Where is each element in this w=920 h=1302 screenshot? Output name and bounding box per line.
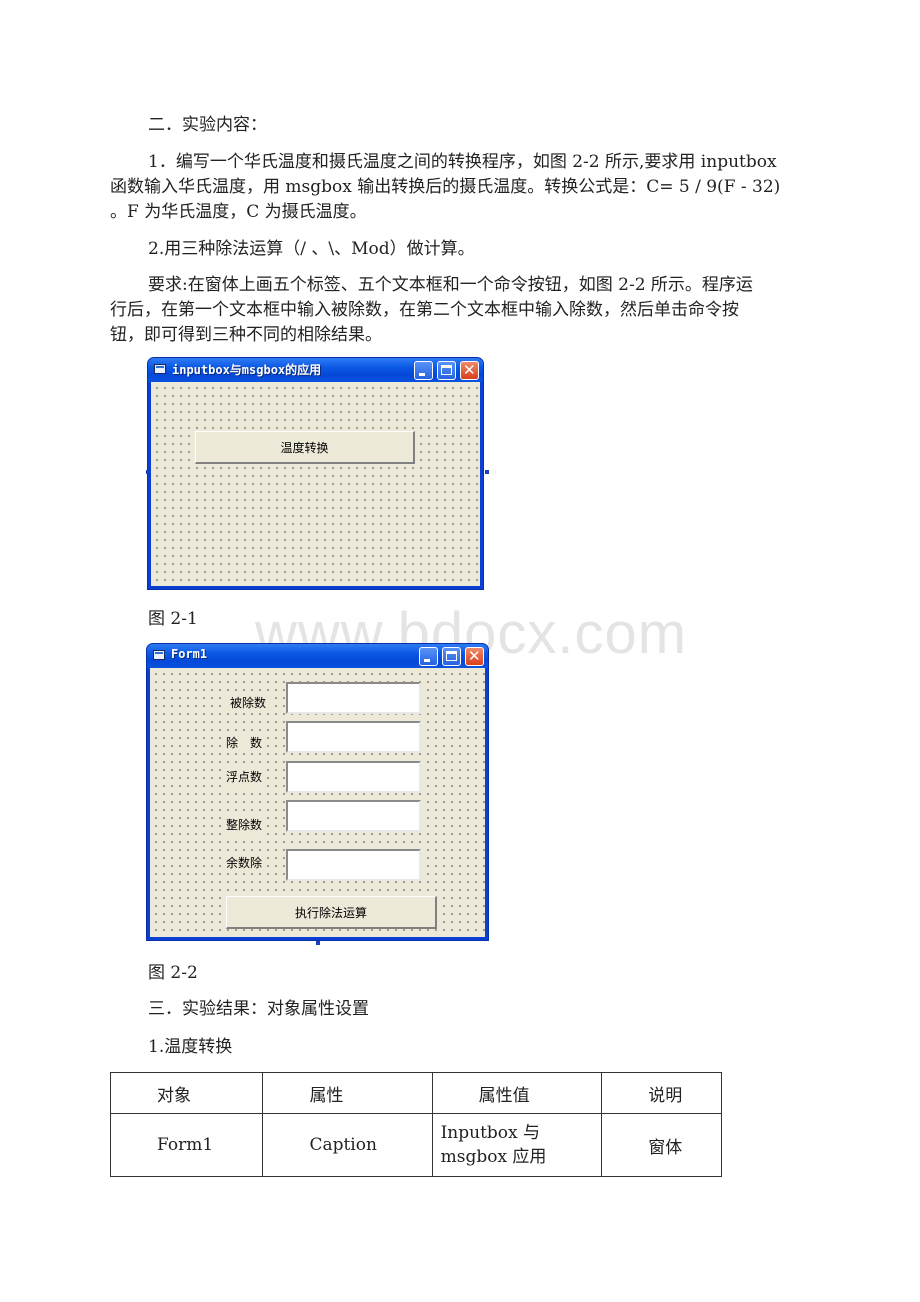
table-cell: 窗体 xyxy=(601,1113,722,1177)
label-mod-result: 余数除 xyxy=(222,852,267,873)
table-header-cell: 说明 xyxy=(601,1072,722,1114)
close-button[interactable]: ✕ xyxy=(460,361,479,380)
mod-result-textbox[interactable] xyxy=(286,849,421,881)
table-cell: Caption xyxy=(262,1113,433,1177)
minimize-button[interactable] xyxy=(414,361,433,380)
minimize-icon xyxy=(424,659,430,662)
table-cell: Inputbox 与 msgbox 应用 xyxy=(431,1113,603,1177)
form-icon xyxy=(154,364,166,374)
resize-handle[interactable] xyxy=(316,941,320,945)
table-header-cell: 对象 xyxy=(109,1072,264,1114)
object-properties-table: 对象 属性 属性值 说明 Form1 Caption Inputbox 与 ms… xyxy=(109,1072,722,1177)
close-button[interactable]: ✕ xyxy=(465,647,484,666)
temperature-convert-button[interactable]: 温度转换 xyxy=(195,431,415,464)
form-client-area: 被除数 除 数 浮点数 整除数 余数除 执行除法运算 xyxy=(150,668,485,937)
form-client-area: 温度转换 xyxy=(151,382,480,586)
label-dividend: 被除数 xyxy=(226,692,271,713)
figure-caption: 图 2-1 xyxy=(148,609,198,629)
close-icon: ✕ xyxy=(468,647,481,665)
minimize-button[interactable] xyxy=(419,647,438,666)
dividend-textbox[interactable] xyxy=(286,682,421,714)
section-heading: 三．实验结果：对象属性设置 xyxy=(148,999,369,1019)
paragraph-line: 1．编写一个华氏温度和摄氏温度之间的转换程序，如图 2-2 所示,要求用 inp… xyxy=(148,152,777,172)
maximize-icon xyxy=(446,651,457,661)
label-float-result: 浮点数 xyxy=(222,766,267,787)
table-cell: Form1 xyxy=(109,1113,264,1177)
execute-division-button[interactable]: 执行除法运算 xyxy=(226,896,437,929)
table-header-row: 对象 属性 属性值 说明 xyxy=(109,1072,722,1114)
vb-form-window-fig2: Form1 ✕ 被除数 除 数 浮点数 整除数 余数除 执行除法运算 xyxy=(146,643,489,941)
section-heading: 二．实验内容： xyxy=(148,115,267,135)
table-header-cell: 属性 xyxy=(262,1072,433,1114)
subsection-heading: 1.温度转换 xyxy=(148,1037,233,1057)
close-icon: ✕ xyxy=(463,361,476,379)
paragraph-line: 函数输入华氏温度，用 msgbox 输出转换后的摄氏温度。转换公式是：C= 5 … xyxy=(110,177,781,197)
label-divisor: 除 数 xyxy=(222,732,267,753)
divisor-textbox[interactable] xyxy=(286,721,421,753)
window-title: Form1 xyxy=(171,647,208,661)
paragraph-line: 行后，在第一个文本框中输入被除数，在第二个文本框中输入除数，然后单击命令按 xyxy=(110,300,739,320)
table-header-cell: 属性值 xyxy=(431,1072,603,1114)
minimize-icon xyxy=(419,373,425,376)
int-division-textbox[interactable] xyxy=(286,800,421,832)
paragraph-line: 要求:在窗体上画五个标签、五个文本框和一个命令按钮，如图 2-2 所示。程序运 xyxy=(148,275,753,295)
paragraph-line: 2.用三种除法运算（/ 、\、Mod）做计算。 xyxy=(148,239,475,259)
paragraph-line: 钮，即可得到三种不同的相除结果。 xyxy=(110,325,382,345)
window-title: inputbox与msgbox的应用 xyxy=(172,363,322,377)
resize-handle[interactable] xyxy=(146,470,150,474)
maximize-button[interactable] xyxy=(437,361,456,380)
vb-form-window-fig1: inputbox与msgbox的应用 ✕ 温度转换 xyxy=(147,357,484,590)
title-bar: Form1 ✕ xyxy=(147,644,488,668)
table-row: Form1 Caption Inputbox 与 msgbox 应用 窗体 xyxy=(109,1113,722,1177)
paragraph-line: 。F 为华氏温度，C 为摄氏温度。 xyxy=(110,202,367,222)
float-result-textbox[interactable] xyxy=(286,761,421,793)
maximize-button[interactable] xyxy=(442,647,461,666)
title-bar: inputbox与msgbox的应用 ✕ xyxy=(148,358,483,382)
figure-caption: 图 2-2 xyxy=(148,963,198,983)
label-int-division: 整除数 xyxy=(222,814,267,835)
form-icon xyxy=(153,650,165,660)
maximize-icon xyxy=(441,365,452,375)
resize-handle[interactable] xyxy=(485,470,489,474)
